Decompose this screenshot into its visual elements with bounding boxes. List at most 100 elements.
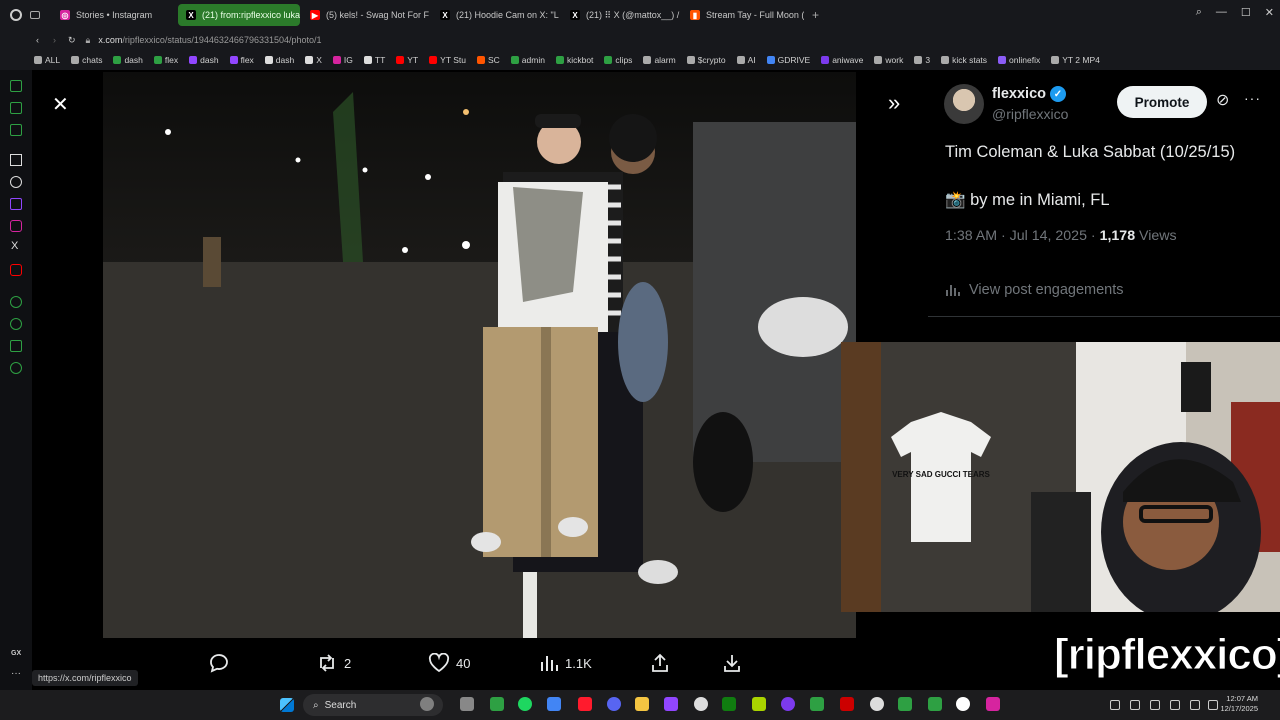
bookmark-item[interactable]: SC bbox=[476, 55, 500, 65]
bookmark-item[interactable]: YT 2 MP4 bbox=[1051, 55, 1100, 65]
view-engagements-link[interactable]: View post engagements bbox=[945, 282, 1124, 298]
sidebar-instagram-icon[interactable] bbox=[10, 220, 22, 232]
url-field[interactable]: x.com/ripflexxico/status/194463246679633… bbox=[98, 35, 321, 45]
search-tabs-icon[interactable]: ⌕ bbox=[1196, 6, 1202, 19]
bookmark-item[interactable]: AI bbox=[736, 55, 756, 65]
browser-tab[interactable]: X (21) from:ripflexxico luka bbox=[178, 4, 300, 26]
taskbar-app-icon[interactable] bbox=[986, 697, 1000, 711]
bookmark-item[interactable]: X bbox=[305, 55, 322, 65]
avatar[interactable] bbox=[944, 84, 984, 124]
display-name[interactable]: flexxico ✓ bbox=[992, 86, 1066, 102]
sidebar-player2-icon[interactable] bbox=[10, 296, 22, 308]
taskbar-app-icon[interactable] bbox=[928, 697, 942, 711]
maximize-button[interactable]: ☐ bbox=[1241, 6, 1251, 19]
user-handle[interactable]: @ripflexxico bbox=[992, 106, 1068, 122]
bookmark-item[interactable]: clips bbox=[604, 55, 632, 65]
repost-button[interactable]: 2 bbox=[316, 653, 351, 673]
back-button[interactable]: ‹ bbox=[36, 35, 39, 45]
bookmark-item[interactable]: GDRIVE bbox=[766, 55, 810, 65]
more-options-icon[interactable]: ··· bbox=[1244, 90, 1261, 106]
bookmark-item[interactable]: onlinefix bbox=[998, 55, 1040, 65]
taskbar-app-icon[interactable] bbox=[810, 697, 824, 711]
gx-logo-icon[interactable]: GX bbox=[11, 650, 21, 657]
system-tray-icon[interactable] bbox=[1170, 700, 1180, 710]
sidebar-more-icon[interactable]: ··· bbox=[11, 668, 21, 679]
expand-panel-button[interactable]: » bbox=[888, 90, 900, 116]
windows-start-icon[interactable] bbox=[280, 698, 294, 712]
taskbar-app-icon[interactable] bbox=[722, 697, 736, 711]
bookmark-item[interactable]: dash bbox=[189, 55, 219, 65]
taskbar-app-icon[interactable] bbox=[781, 697, 795, 711]
browser-tab[interactable]: X (21) ⠿ X (@mattox__) / X bbox=[562, 4, 680, 26]
taskbar-app-icon[interactable] bbox=[956, 697, 970, 711]
bookmark-item[interactable]: admin bbox=[510, 55, 545, 65]
taskbar-app-icon[interactable] bbox=[870, 697, 884, 711]
taskbar-app-icon[interactable] bbox=[518, 697, 532, 711]
taskbar-app-icon[interactable] bbox=[898, 697, 912, 711]
sidebar-history-icon[interactable] bbox=[10, 318, 22, 330]
forward-button[interactable]: › bbox=[53, 35, 56, 45]
grok-icon[interactable]: ⊘ bbox=[1216, 90, 1229, 110]
browser-tab[interactable]: ▮ Stream Tay - Full Moon (f bbox=[682, 4, 804, 26]
bookmark-item[interactable]: chats bbox=[71, 55, 102, 65]
tab-menu-icon[interactable] bbox=[30, 11, 40, 19]
sidebar-twitch-icon[interactable] bbox=[10, 198, 22, 210]
sidebar-app-icon[interactable] bbox=[10, 154, 22, 166]
taskbar-app-icon[interactable] bbox=[490, 697, 504, 711]
close-window-button[interactable]: ✕ bbox=[1265, 6, 1274, 19]
bookmark-item[interactable]: TT bbox=[363, 55, 385, 65]
taskbar-app-icon[interactable] bbox=[752, 697, 766, 711]
sidebar-chatgpt-icon[interactable] bbox=[10, 176, 22, 188]
bookmark-item[interactable]: flex bbox=[229, 55, 254, 65]
bookmark-item[interactable]: aniwave bbox=[821, 55, 863, 65]
taskbar-app-icon[interactable] bbox=[460, 697, 474, 711]
taskbar-app-icon[interactable] bbox=[420, 697, 434, 711]
taskbar-app-icon[interactable] bbox=[694, 697, 708, 711]
promote-button[interactable]: Promote bbox=[1117, 86, 1207, 118]
bookmark-item[interactable]: flex bbox=[153, 55, 178, 65]
system-tray-icon[interactable] bbox=[1190, 700, 1200, 710]
system-tray-icon[interactable] bbox=[1208, 700, 1218, 710]
bookmark-item[interactable]: dash bbox=[264, 55, 294, 65]
bookmark-item[interactable]: ALL bbox=[34, 55, 60, 65]
bookmark-item[interactable]: 3 bbox=[914, 55, 930, 65]
bookmark-item[interactable]: $crypto bbox=[686, 55, 726, 65]
system-tray-icon[interactable] bbox=[1150, 700, 1160, 710]
bookmark-item[interactable]: YT Stu bbox=[429, 55, 466, 65]
taskbar-app-icon[interactable] bbox=[547, 697, 561, 711]
taskbar-app-icon[interactable] bbox=[840, 697, 854, 711]
post-photo[interactable] bbox=[103, 72, 856, 638]
minimize-button[interactable]: — bbox=[1216, 6, 1227, 19]
bookmark-item[interactable]: kick stats bbox=[941, 55, 987, 65]
browser-tab[interactable]: ◎ Stories • Instagram bbox=[52, 4, 176, 26]
views-button[interactable]: 1.1K bbox=[539, 653, 592, 673]
bookmark-item[interactable]: kickbot bbox=[555, 55, 593, 65]
download-button[interactable] bbox=[722, 653, 742, 673]
taskbar-app-icon[interactable] bbox=[635, 697, 649, 711]
sidebar-extensions-icon[interactable] bbox=[10, 340, 22, 352]
bookmark-item[interactable]: work bbox=[874, 55, 903, 65]
browser-tab[interactable]: ▶ (5) kels! - Swag Not For F bbox=[302, 4, 430, 26]
sidebar-settings-icon[interactable] bbox=[10, 362, 22, 374]
bookmark-item[interactable]: alarm bbox=[643, 55, 676, 65]
close-viewer-button[interactable]: ✕ bbox=[52, 92, 69, 117]
system-clock[interactable]: 12:07 AM 12/17/2025 bbox=[1220, 694, 1258, 714]
bookmark-item[interactable]: IG bbox=[332, 55, 353, 65]
bookmark-item[interactable]: dash bbox=[113, 55, 143, 65]
taskbar-app-icon[interactable] bbox=[607, 697, 621, 711]
share-button[interactable] bbox=[650, 653, 670, 673]
taskbar-app-icon[interactable] bbox=[578, 697, 592, 711]
system-tray-icon[interactable] bbox=[1130, 700, 1140, 710]
taskbar-app-icon[interactable] bbox=[664, 697, 678, 711]
like-button[interactable]: 40 bbox=[428, 653, 470, 673]
sidebar-pinboard-icon[interactable] bbox=[10, 102, 22, 114]
sidebar-x-icon[interactable]: X bbox=[11, 240, 18, 252]
browser-tab[interactable]: X (21) Hoodie Cam on X: "L bbox=[432, 4, 560, 26]
sidebar-youtube-icon[interactable] bbox=[10, 264, 22, 276]
reload-button[interactable]: ↻ bbox=[68, 35, 76, 46]
new-tab-button[interactable]: + bbox=[812, 8, 819, 22]
opera-logo-icon[interactable] bbox=[10, 9, 22, 21]
post-timestamp[interactable]: 1:38 AM · Jul 14, 2025 · bbox=[945, 228, 1100, 244]
bookmark-item[interactable]: YT bbox=[396, 55, 418, 65]
reply-button[interactable] bbox=[208, 653, 236, 673]
